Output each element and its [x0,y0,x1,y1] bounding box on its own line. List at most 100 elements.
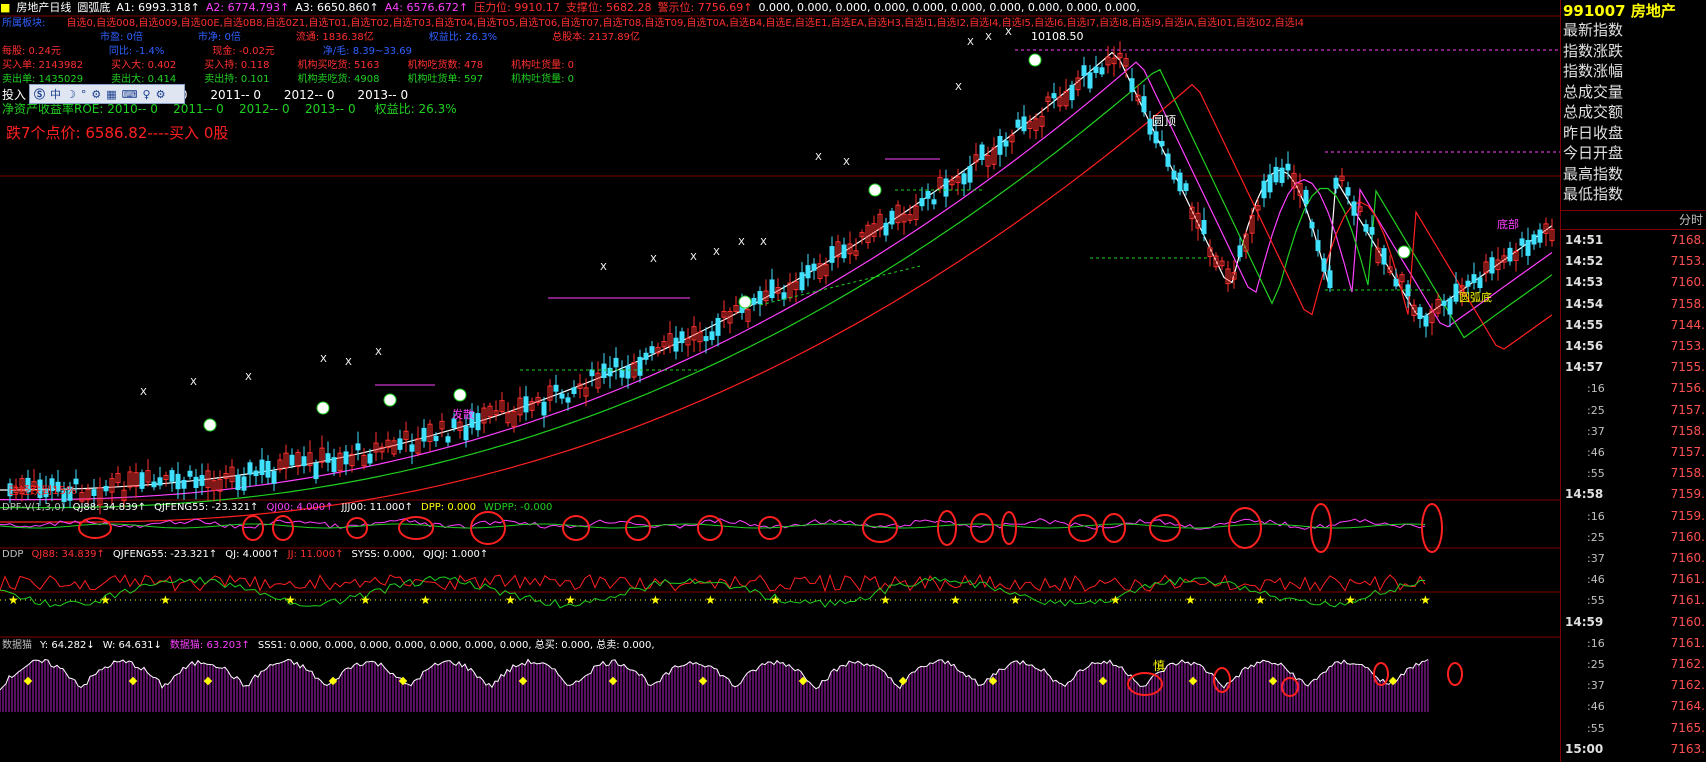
sell-x-marker: X [985,32,992,43]
candle-body [709,331,715,341]
tick-price: 7165. [1670,720,1705,735]
candle-body [1087,72,1093,89]
star-marker: ★ [100,593,111,607]
ddp-pane-header: DDP QJ88: 34.839↑ QJFENG55: -23.321↑ QJ: 4.… [2,549,496,561]
candle-body [1003,140,1009,147]
dpf-value-6: WDPP: -0.000 [483,502,553,513]
drop-15pct-label: 已经跌到15% [8,484,77,497]
dpf-value-1: QJ88: 34.839↑ [72,502,147,513]
quote-panel: 991007 房地产 最新指数 指数涨跌 指数涨幅 总成交量 总成交额 昨日收盘 今日开盘最… [1560,0,1706,762]
candle-body [175,473,181,490]
candle-body [1237,245,1243,258]
star-marker: ★ [880,593,891,607]
candle-body [997,135,1003,155]
ime-logo-icon[interactable]: Ⓢ [34,86,45,102]
candle-body [475,413,481,431]
candle-body [961,173,967,185]
invest-label: 投入 [2,88,27,102]
candle-body [397,438,403,450]
ime-punct-icon[interactable]: ° [81,88,87,101]
smile-face-icon [453,388,467,402]
ime-softkbd-icon[interactable]: ▦ [106,88,116,101]
formula-name: 圆弧底 [77,1,111,14]
candle-body [301,456,307,467]
ime-settings-icon[interactable]: ⚙ [91,88,101,101]
candle-body [613,357,619,368]
tick-time: 14:51 [1565,233,1604,247]
tick-time: :55 [1587,467,1605,481]
fund-field-0: 市盈: 0倍 [100,32,143,43]
candle-body [1021,116,1027,132]
candle-body [1177,172,1183,192]
sell-x-marker: X [713,247,720,258]
tick-price: 7164. [1670,699,1705,714]
candle-body [1333,177,1339,189]
candle-body [313,462,319,480]
ma-line-1 [0,61,1553,501]
tick-row: :46 7157. [1561,442,1706,463]
candle-body [1447,298,1453,315]
candle-body [1273,166,1279,183]
candle-body [253,470,259,477]
candle-body [1285,163,1291,171]
tick-time: 14:59 [1565,614,1604,629]
candle-body [553,384,559,392]
tick-time: 14:57 [1565,360,1604,375]
candle-body [979,144,985,161]
tick-row: :55 7165. [1561,718,1706,739]
buy-field-5: 机构吐货量: 0 [511,60,575,71]
signal-circle [1421,503,1443,553]
candle-body [1471,274,1477,283]
candle-body [1279,167,1285,183]
round-bottom-label: 圆弧底 [1459,291,1492,304]
candle-body [199,475,205,486]
candle-body [187,470,193,477]
candle-body [1381,248,1387,265]
sell-field-5: 机构吐货量: 0 [511,74,575,85]
candle-body [331,457,337,473]
tick-time: 15:00 [1565,741,1604,756]
candle-body [673,337,679,352]
tick-time: :25 [1587,658,1605,671]
tick-price: 7160. [1670,275,1705,290]
sector-label: 所属板块: [2,18,46,29]
tick-row: :37 7162. [1561,675,1706,696]
ime-keyboard-icon[interactable]: ⌨ [122,88,138,101]
quote-field-2: 指数涨幅 [1563,62,1624,80]
pershare-field-1: 同比: -1.4% [108,46,165,57]
tick-row: :25 7160. [1561,527,1706,548]
ime-chinese-toggle[interactable]: 中 [50,86,61,102]
candle-body [421,427,427,442]
ime-skin-icon[interactable]: ♀ [143,88,151,101]
candle-body [1327,270,1333,289]
sector-value: 自选0,自选008,自选009,自选00E,自选0B8,自选0Z1,自选T01,… [66,18,1305,29]
signal-circle [1001,511,1017,545]
candle-body [679,331,685,344]
sjm-value-1: Y: 64.282↓ [40,640,95,651]
ddp-value-2: QJFENG55: -23.321↑ [112,549,218,560]
quote-fields: 最新指数 指数涨跌 指数涨幅 总成交量 总成交额 昨日收盘 今日开盘 最高指数 最低指数 [1561,20,1623,205]
candle-body [1423,315,1429,327]
tick-header[interactable]: 分时 [1561,210,1706,230]
sell-x-marker: X [245,372,252,383]
candle-body [799,272,805,291]
ime-toolbar[interactable]: Ⓢ 中 ☽ ° ⚙ ▦ ⌨ ♀ ⚙ [29,84,185,104]
signal-circle [1068,514,1098,542]
star-marker: ★ [420,593,431,607]
tick-time: :55 [1587,721,1605,735]
window-icon[interactable]: ■ [0,1,10,14]
tick-row: :55 7161. [1561,590,1706,611]
ime-moon-icon[interactable]: ☽ [66,88,76,101]
tick-row: :16 7159. [1561,506,1706,527]
tick-row: :16 7161. [1561,633,1706,654]
sjm-diamond [23,676,33,686]
ime-tool-icon[interactable]: ⚙ [156,88,166,101]
tick-price: 7158. [1670,423,1705,438]
sell-field-3: 机构卖吃货: 4908 [297,74,380,85]
tick-row: :55 7158. [1561,463,1706,484]
quote-field-1: 指数涨跌 [1563,41,1624,60]
tick-time: 14:53 [1565,275,1604,290]
candle-body [1093,66,1099,74]
tick-price: 7157. [1670,445,1705,459]
candle-body [1537,229,1543,243]
